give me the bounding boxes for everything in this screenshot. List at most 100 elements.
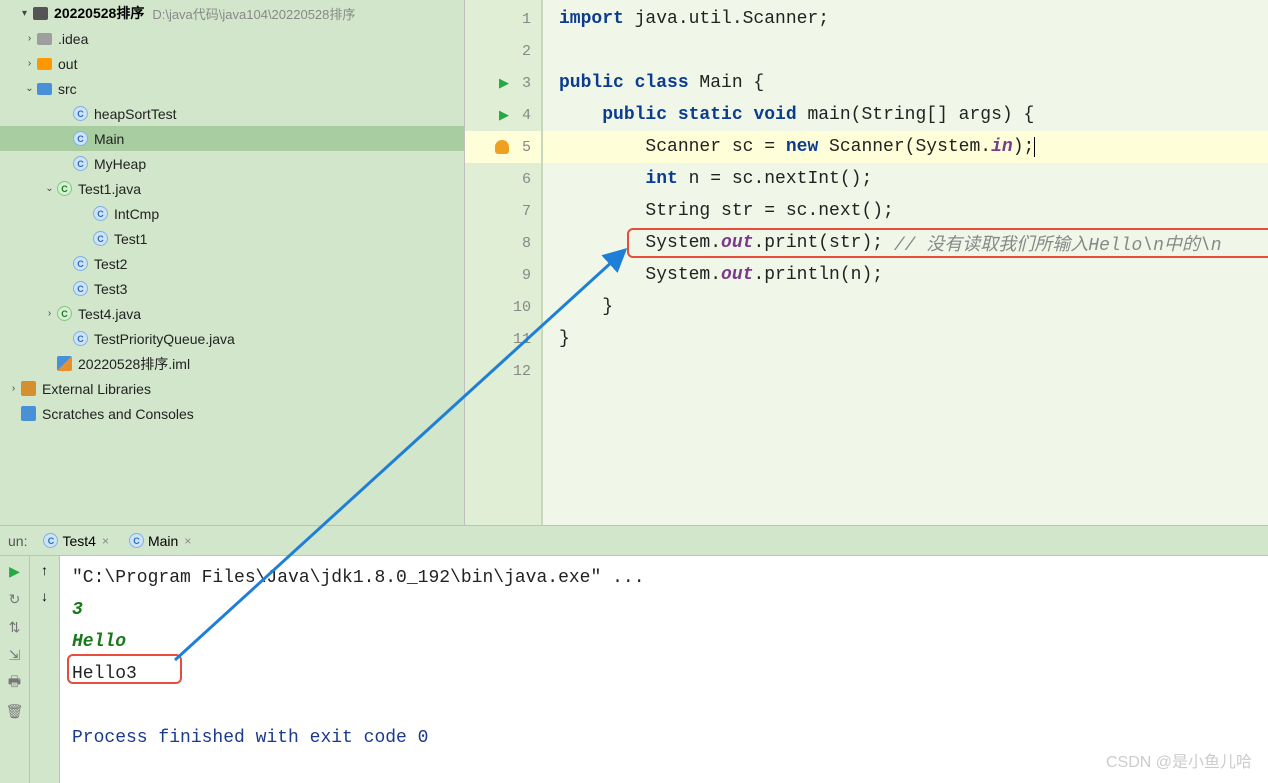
- console-input: 3: [72, 594, 1256, 626]
- tree-item-label: MyHeap: [94, 156, 146, 172]
- line-number: 8: [522, 235, 531, 252]
- tree-item-label: Test1.java: [78, 181, 141, 197]
- close-icon[interactable]: ×: [184, 534, 191, 548]
- console-input: Hello: [72, 626, 1256, 658]
- line-number: 3: [522, 75, 531, 92]
- layout-icon[interactable]: ⇅: [6, 618, 24, 636]
- gutter-line[interactable]: 9: [465, 259, 541, 291]
- gutter-line[interactable]: 2: [465, 35, 541, 67]
- tree-item-test2[interactable]: CTest2: [0, 251, 464, 276]
- tree-item-label: out: [58, 56, 77, 72]
- project-root[interactable]: ▾ 20220528排序 D:\java代码\java104\20220528排…: [0, 0, 464, 26]
- console-exit: Process finished with exit code 0: [72, 722, 1256, 754]
- rerun-icon[interactable]: ▶: [6, 562, 24, 580]
- line-number: 11: [513, 331, 531, 348]
- line-number: 7: [522, 203, 531, 220]
- tree-item-label: Test2: [94, 256, 127, 272]
- folder-icon: [37, 83, 52, 95]
- watermark: CSDN @是小鱼儿哈: [1106, 748, 1252, 772]
- run-tab-test4[interactable]: CTest4×: [35, 530, 116, 552]
- line-number: 2: [522, 43, 531, 60]
- class-icon: C: [73, 281, 88, 296]
- tree-item-test1[interactable]: C Test1: [0, 226, 464, 251]
- line-number: 12: [513, 363, 531, 380]
- tree-item-label: Test3: [94, 281, 127, 297]
- project-tree[interactable]: ▾ 20220528排序 D:\java代码\java104\20220528排…: [0, 0, 465, 525]
- run-label: un:: [8, 533, 27, 549]
- iml-icon: [57, 356, 72, 371]
- annotation-highlight-output: [67, 654, 182, 684]
- line-number: 6: [522, 171, 531, 188]
- export-icon[interactable]: ⇲: [6, 646, 24, 664]
- class-icon: C: [57, 306, 72, 321]
- chevron-right-icon: ›: [6, 383, 21, 394]
- run-gutter-icon[interactable]: ▶: [499, 76, 509, 91]
- run-panel: un: CTest4×CMain× ▶ ↻ ⇅ ⇲ 🖶 🗑 ↑ ↓ "C:\Pr…: [0, 525, 1268, 782]
- print-icon[interactable]: 🖶: [6, 674, 24, 692]
- chevron-right-icon: ›: [22, 58, 37, 69]
- tree-item-scratches-and-consoles[interactable]: Scratches and Consoles: [0, 401, 464, 426]
- class-icon: C: [73, 156, 88, 171]
- up-icon[interactable]: ↑: [41, 562, 48, 578]
- scratch-icon: [21, 406, 36, 421]
- tree-item--idea[interactable]: ›.idea: [0, 26, 464, 51]
- tree-item-src[interactable]: ⌄ src: [0, 76, 464, 101]
- class-icon: C: [73, 131, 88, 146]
- folder-icon: [37, 58, 52, 70]
- run-tab-main[interactable]: CMain×: [121, 530, 199, 552]
- line-number: 5: [522, 139, 531, 156]
- gutter-line[interactable]: 10: [465, 291, 541, 323]
- chevron-down-icon: ▾: [22, 8, 27, 19]
- tree-item-label: TestPriorityQueue.java: [94, 331, 235, 347]
- code-editor[interactable]: 12▶3▶456789101112 import java.util.Scann…: [465, 0, 1268, 525]
- tree-item-myheap[interactable]: C MyHeap: [0, 151, 464, 176]
- gutter-line[interactable]: 1: [465, 3, 541, 35]
- line-number: 10: [513, 299, 531, 316]
- tree-item-label: 20220528排序.iml: [78, 354, 190, 374]
- gutter-line[interactable]: 11: [465, 323, 541, 355]
- run-tab-label: Test4: [62, 533, 95, 549]
- tree-item-label: src: [58, 81, 77, 97]
- gutter-line[interactable]: ▶4: [465, 99, 541, 131]
- line-number: 1: [522, 11, 531, 28]
- stop-icon[interactable]: ↻: [6, 590, 24, 608]
- gutter-line[interactable]: 6: [465, 163, 541, 195]
- class-icon: C: [73, 331, 88, 346]
- close-icon[interactable]: ×: [102, 534, 109, 548]
- folder-icon: [33, 7, 48, 20]
- gutter: 12▶3▶456789101112: [465, 0, 543, 525]
- trash-icon[interactable]: 🗑: [6, 702, 24, 720]
- down-icon[interactable]: ↓: [41, 588, 48, 604]
- run-tab-label: Main: [148, 533, 178, 549]
- run-gutter-icon[interactable]: ▶: [499, 108, 509, 123]
- run-toolbar-inner: ↑ ↓: [30, 556, 60, 783]
- class-icon: C: [93, 231, 108, 246]
- tree-item-label: .idea: [58, 31, 88, 47]
- tree-item-main[interactable]: CMain: [0, 126, 464, 151]
- code-area[interactable]: import java.util.Scanner; public class M…: [543, 0, 1268, 525]
- tree-item-label: IntCmp: [114, 206, 159, 222]
- chevron-down-icon: ⌄: [22, 83, 37, 94]
- code-text: import: [559, 9, 624, 29]
- tree-item-external-libraries[interactable]: ›External Libraries: [0, 376, 464, 401]
- tree-item-intcmp[interactable]: C IntCmp: [0, 201, 464, 226]
- tree-item-testpriorityqueue-java[interactable]: C TestPriorityQueue.java: [0, 326, 464, 351]
- tree-item-label: Test1: [114, 231, 147, 247]
- chevron-right-icon: ›: [42, 308, 57, 319]
- class-icon: C: [93, 206, 108, 221]
- tree-item-label: Scratches and Consoles: [42, 406, 194, 422]
- tree-item-20220528---iml[interactable]: 20220528排序.iml: [0, 351, 464, 376]
- gutter-line[interactable]: 5: [465, 131, 541, 163]
- tree-item-out[interactable]: › out: [0, 51, 464, 76]
- bulb-icon[interactable]: [495, 140, 509, 154]
- gutter-line[interactable]: ▶3: [465, 67, 541, 99]
- gutter-line[interactable]: 8: [465, 227, 541, 259]
- gutter-line[interactable]: 12: [465, 355, 541, 387]
- gutter-line[interactable]: 7: [465, 195, 541, 227]
- tree-item-test1-java[interactable]: ⌄CTest1.java: [0, 176, 464, 201]
- tree-item-heapsorttest[interactable]: CheapSortTest: [0, 101, 464, 126]
- tree-item-test3[interactable]: C Test3: [0, 276, 464, 301]
- console-output[interactable]: "C:\Program Files\Java\jdk1.8.0_192\bin\…: [60, 556, 1268, 783]
- project-path: D:\java代码\java104\20220528排序: [152, 4, 355, 23]
- tree-item-test4-java[interactable]: ›CTest4.java: [0, 301, 464, 326]
